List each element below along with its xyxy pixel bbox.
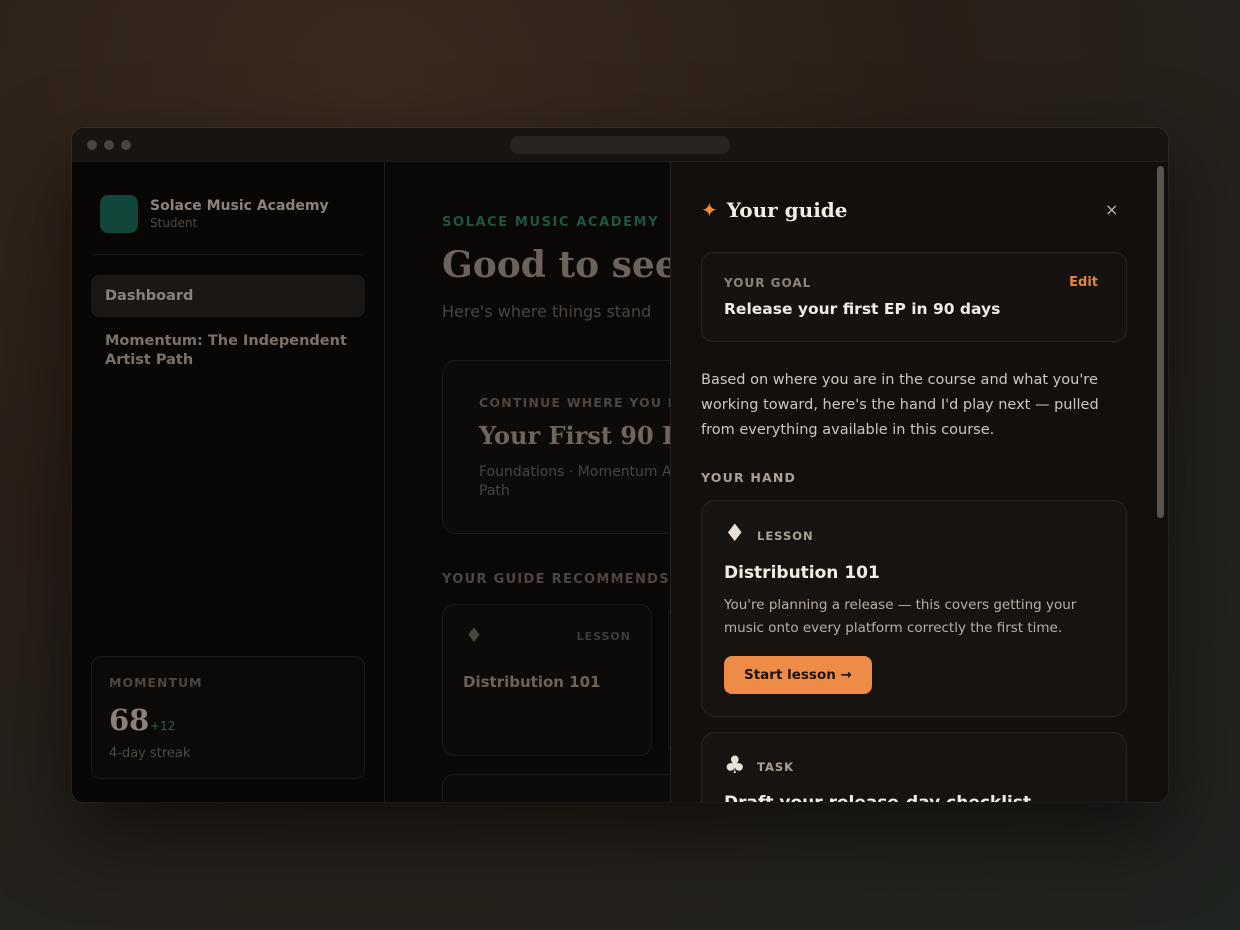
title-bar bbox=[72, 128, 1168, 162]
sidebar-divider bbox=[92, 254, 364, 255]
brand-role: Student bbox=[150, 216, 198, 230]
guide-panel: ✦ Your guide × YOUR GOAL Edit Release yo… bbox=[670, 162, 1168, 802]
sparkle-icon: ✦ bbox=[701, 198, 718, 222]
momentum-delta: +12 bbox=[150, 719, 176, 733]
momentum-card: MOMENTUM 68 +12 4-day streak bbox=[91, 656, 365, 779]
diamond-icon: ♦ bbox=[724, 519, 746, 547]
dashboard-main: SOLACE MUSIC ACADEMY Good to see y Here'… bbox=[386, 162, 670, 802]
page-subtitle: Here's where things stand bbox=[442, 302, 652, 321]
goal-card: YOUR GOAL Edit Release your first EP in … bbox=[701, 252, 1127, 342]
recommends-label: YOUR GUIDE RECOMMENDS bbox=[442, 572, 670, 587]
brand-logo bbox=[100, 195, 138, 233]
guide-intro: Based on where you are in the course and… bbox=[701, 372, 1099, 438]
diamond-icon: ♦ bbox=[465, 623, 483, 647]
app-window: Solace Music Academy Student Dashboard M… bbox=[72, 128, 1168, 802]
continue-card[interactable]: CONTINUE WHERE YOU LE Your First 90 Day … bbox=[442, 360, 670, 534]
recommendation-type: LESSON bbox=[576, 630, 631, 643]
lesson-card: ♦ LESSON Distribution 101 You're plannin… bbox=[701, 500, 1127, 717]
goal-text: Release your first EP in 90 days bbox=[724, 300, 1001, 318]
sidebar-item-momentum-course[interactable]: Momentum: The Independent Artist Path bbox=[91, 332, 365, 370]
task-title: Draft your release-day checklist bbox=[724, 793, 1031, 802]
maximize-window-dot[interactable] bbox=[121, 140, 131, 150]
recommendation-title: Distribution 101 bbox=[463, 673, 601, 691]
continue-label: CONTINUE WHERE YOU LE bbox=[479, 395, 670, 410]
page-title: Good to see y bbox=[442, 244, 670, 286]
hand-label: YOUR HAND bbox=[701, 470, 797, 485]
streak-text: 4-day streak bbox=[109, 746, 191, 761]
minimize-window-dot[interactable] bbox=[104, 140, 114, 150]
lesson-type: LESSON bbox=[757, 529, 814, 543]
club-icon: ♣ bbox=[724, 751, 746, 779]
task-type: TASK bbox=[757, 760, 795, 774]
lesson-description: You're planning a release — this covers … bbox=[724, 597, 1077, 636]
continue-meta: Foundations · Momentum Artist Path bbox=[479, 464, 670, 499]
close-icon[interactable]: × bbox=[1105, 200, 1118, 219]
guide-header: ✦ Your guide bbox=[701, 198, 848, 222]
brand: Solace Music Academy Student bbox=[100, 195, 329, 233]
start-lesson-button[interactable]: Start lesson → bbox=[724, 656, 872, 694]
sidebar-item-dashboard[interactable]: Dashboard bbox=[91, 275, 365, 317]
app-body: Solace Music Academy Student Dashboard M… bbox=[72, 162, 1168, 802]
brand-name: Solace Music Academy bbox=[150, 198, 329, 214]
guide-scrollbar[interactable] bbox=[1157, 166, 1164, 518]
momentum-label: MOMENTUM bbox=[109, 675, 203, 690]
main-eyebrow: SOLACE MUSIC ACADEMY bbox=[442, 215, 660, 230]
sidebar: Solace Music Academy Student Dashboard M… bbox=[72, 162, 385, 802]
lesson-title: Distribution 101 bbox=[724, 563, 880, 583]
recommendation-card-partial[interactable] bbox=[442, 774, 670, 802]
goal-label: YOUR GOAL bbox=[724, 276, 812, 290]
edit-goal-button[interactable]: Edit bbox=[1069, 275, 1098, 290]
address-bar[interactable] bbox=[510, 136, 730, 154]
close-window-dot[interactable] bbox=[87, 140, 97, 150]
task-card[interactable]: ♣ TASK Draft your release-day checklist bbox=[701, 732, 1127, 802]
recommendation-card[interactable]: ♦ LESSON Distribution 101 bbox=[442, 604, 652, 756]
guide-title: Your guide bbox=[726, 198, 848, 222]
continue-title: Your First 90 Day bbox=[479, 421, 670, 450]
momentum-score: 68 bbox=[109, 703, 150, 737]
